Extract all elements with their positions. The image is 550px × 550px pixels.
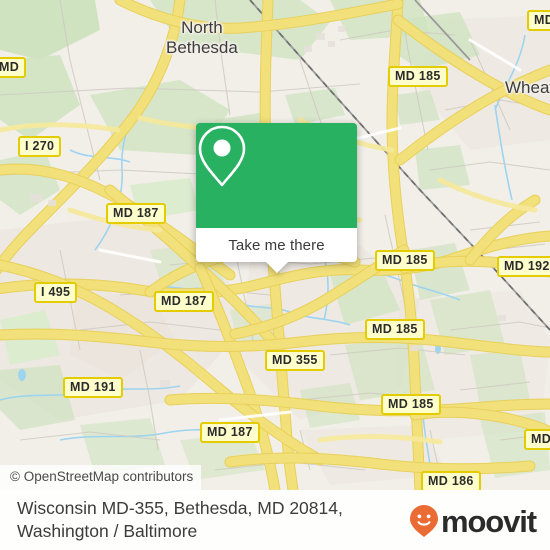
road-shield[interactable]: MD 187: [200, 422, 260, 443]
road-shield[interactable]: MD 355: [265, 350, 325, 371]
place-label-wheaton: Wheaton: [505, 78, 550, 98]
location-title-line1: Wisconsin MD-355, Bethesda, MD 20814,: [17, 498, 343, 518]
osm-attribution[interactable]: © OpenStreetMap contributors: [0, 465, 202, 490]
moovit-logo[interactable]: moovit: [409, 503, 537, 539]
callout-header: [196, 123, 357, 228]
road-shield[interactable]: MD: [524, 429, 550, 450]
take-me-there-label: Take me there: [228, 236, 325, 254]
road-shield[interactable]: MD 185: [381, 394, 441, 415]
place-label-line2: Bethesda: [166, 38, 238, 57]
road-shield[interactable]: MD 185: [365, 319, 425, 340]
place-label-line1: Wheaton: [505, 78, 550, 97]
road-shield[interactable]: I 270: [18, 136, 62, 157]
location-title: Wisconsin MD-355, Bethesda, MD 20814, Wa…: [17, 497, 397, 543]
callout-tail-pointer: [265, 262, 288, 273]
road-shield[interactable]: MD 185: [388, 66, 448, 87]
road-shield[interactable]: MD: [527, 10, 550, 31]
road-shield[interactable]: MD 187: [154, 291, 214, 312]
moovit-pin-smile-icon: [409, 505, 438, 537]
road-shield[interactable]: MD 187: [106, 203, 166, 224]
destination-callout[interactable]: Take me there: [196, 123, 357, 273]
location-title-line2: Washington / Baltimore: [17, 521, 198, 541]
map-pin-icon: [198, 125, 246, 187]
road-shield[interactable]: MD 185: [375, 250, 435, 271]
footer-bar: Wisconsin MD-355, Bethesda, MD 20814, Wa…: [0, 490, 550, 550]
app-root: .pk{fill:#cfe3c0;} .pk2{fill:#dceccf;} .…: [0, 0, 550, 550]
callout-body[interactable]: Take me there: [196, 228, 357, 273]
place-label-north-bethesda: North Bethesda: [166, 18, 238, 58]
road-shield[interactable]: MD 186: [421, 471, 481, 490]
road-shield[interactable]: MD 192: [497, 256, 550, 277]
road-shield[interactable]: I 495: [34, 282, 78, 303]
moovit-wordmark: moovit: [440, 503, 537, 539]
place-label-line1: North: [181, 18, 223, 37]
map-canvas[interactable]: .pk{fill:#cfe3c0;} .pk2{fill:#dceccf;} .…: [0, 0, 550, 490]
road-shield[interactable]: MD 191: [63, 377, 123, 398]
road-shield[interactable]: MD: [0, 57, 27, 78]
